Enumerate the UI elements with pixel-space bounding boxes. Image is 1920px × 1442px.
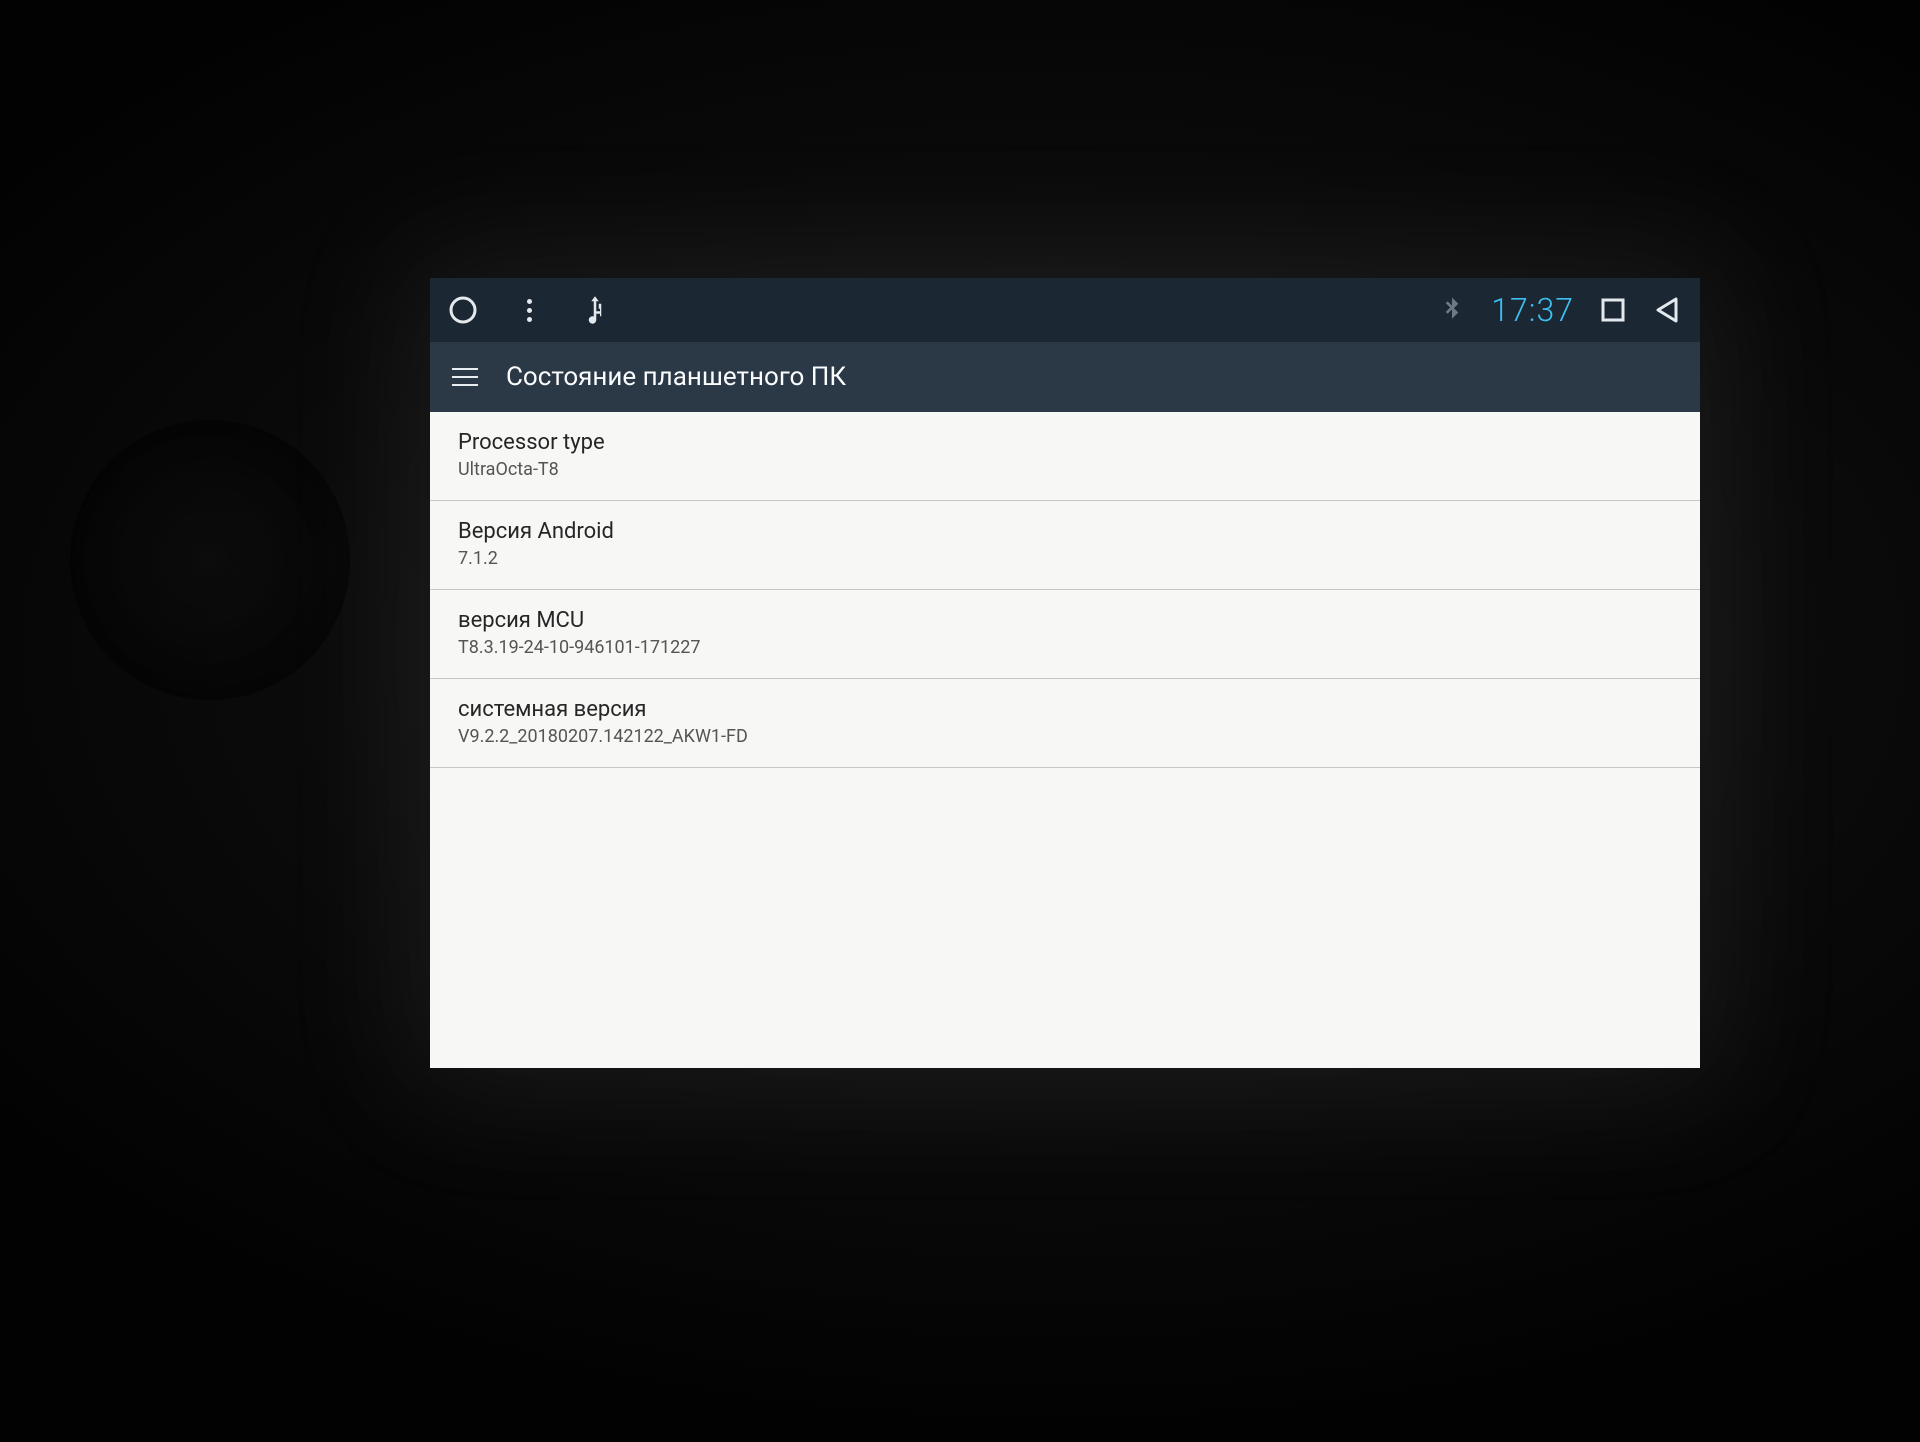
page-title: Состояние планшетного ПК xyxy=(506,362,846,392)
row-value: T8.3.19-24-10-946101-171227 xyxy=(458,637,1672,658)
home-circle-icon[interactable] xyxy=(448,295,478,325)
bluetooth-icon xyxy=(1437,295,1467,325)
usb-icon xyxy=(580,295,610,325)
back-icon[interactable] xyxy=(1652,295,1682,325)
row-label: системная версия xyxy=(458,697,1672,722)
list-item[interactable]: версия MCU T8.3.19-24-10-946101-171227 xyxy=(430,590,1700,679)
status-bar: 17:37 xyxy=(430,278,1700,342)
hamburger-menu-icon[interactable] xyxy=(452,368,478,386)
row-value: UltraOcta-T8 xyxy=(458,459,1672,480)
rotary-dial xyxy=(70,420,350,700)
recents-icon[interactable] xyxy=(1598,295,1628,325)
settings-list[interactable]: Processor type UltraOcta-T8 Версия Andro… xyxy=(430,412,1700,1068)
list-item[interactable]: Processor type UltraOcta-T8 xyxy=(430,412,1700,501)
row-label: Версия Android xyxy=(458,519,1672,544)
list-item[interactable]: Версия Android 7.1.2 xyxy=(430,501,1700,590)
row-value: V9.2.2_20180207.142122_AKW1-FD xyxy=(458,726,1672,747)
list-item[interactable]: системная версия V9.2.2_20180207.142122_… xyxy=(430,679,1700,768)
row-label: Processor type xyxy=(458,430,1672,455)
row-label: версия MCU xyxy=(458,608,1672,633)
overflow-menu-icon[interactable] xyxy=(514,295,544,325)
tablet-screen: 17:37 Состояние планшетного ПК Processor… xyxy=(430,278,1700,1068)
row-value: 7.1.2 xyxy=(458,548,1672,569)
page-header: Состояние планшетного ПК xyxy=(430,342,1700,412)
clock-text: 17:37 xyxy=(1491,291,1574,329)
